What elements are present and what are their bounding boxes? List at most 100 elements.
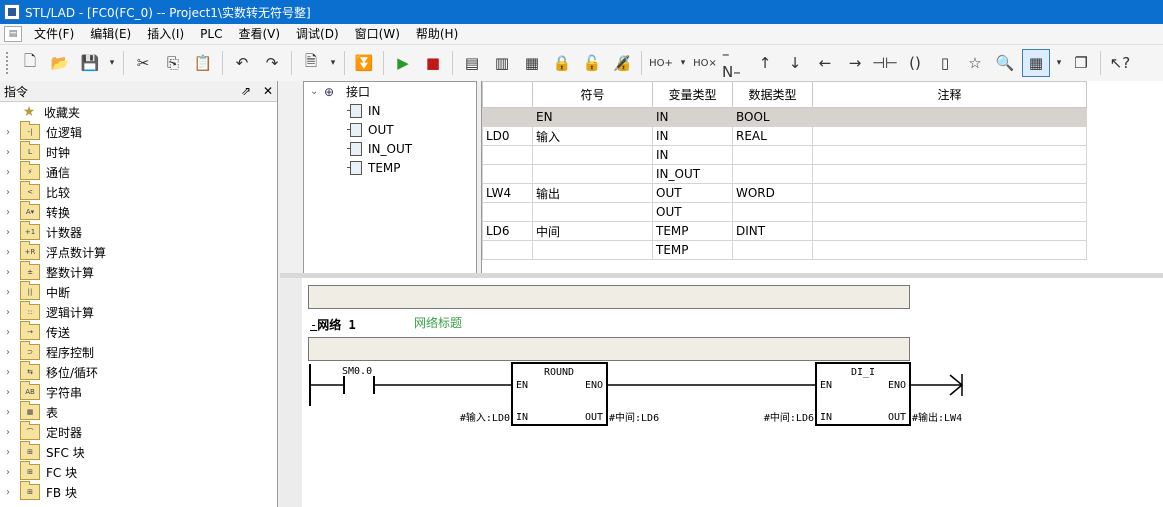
cell-symbol[interactable] xyxy=(532,145,653,165)
line-left-icon[interactable]: ← xyxy=(812,50,838,76)
chevron-right-icon[interactable]: › xyxy=(6,227,20,238)
pin-icon[interactable]: ⇗ xyxy=(241,84,251,98)
interface-item-temp[interactable]: TEMP xyxy=(304,158,476,177)
line-down-icon[interactable]: ↓ xyxy=(782,50,808,76)
chevron-right-icon[interactable]: › xyxy=(6,367,20,378)
menu-debug[interactable]: 调试(D) xyxy=(288,24,347,44)
tree-item[interactable]: › L 时钟 xyxy=(0,141,277,162)
interface-item-in[interactable]: IN xyxy=(304,101,476,120)
chevron-right-icon[interactable]: › xyxy=(6,487,20,498)
undo-icon[interactable]: ↶ xyxy=(229,50,255,76)
cell-comment[interactable] xyxy=(812,240,1087,260)
lock-icon[interactable]: 🔒 xyxy=(549,50,575,76)
cell-address[interactable] xyxy=(482,240,533,260)
view-dropdown-icon[interactable]: ▾ xyxy=(1054,50,1064,76)
menu-window[interactable]: 窗口(W) xyxy=(347,24,408,44)
box-icon[interactable]: ▯ xyxy=(932,50,958,76)
chevron-right-icon[interactable]: › xyxy=(6,307,20,318)
tree-item[interactable]: › ± 整数计算 xyxy=(0,261,277,282)
chevron-right-icon[interactable]: › xyxy=(6,287,20,298)
chevron-right-icon[interactable]: › xyxy=(6,387,20,398)
table-row[interactable]: LW4 输出 OUT WORD xyxy=(482,183,1087,203)
save-dropdown-icon[interactable]: ▾ xyxy=(107,50,117,76)
cell-symbol[interactable]: EN xyxy=(532,107,653,127)
table-row[interactable]: LD6 中间 TEMP DINT xyxy=(482,221,1087,241)
help-icon[interactable]: ↖? xyxy=(1107,50,1133,76)
table-row[interactable]: TEMP xyxy=(482,240,1087,260)
tree-item[interactable]: › → 传送 xyxy=(0,321,277,342)
cell-data-type[interactable] xyxy=(732,202,813,222)
network-comment-box[interactable] xyxy=(308,337,910,361)
line-right-icon[interactable]: → xyxy=(842,50,868,76)
cell-address[interactable]: LW4 xyxy=(482,183,533,203)
round-out-parameter[interactable]: #中间:LD6 xyxy=(609,411,659,424)
tree-item[interactable]: › ⌒ 定时器 xyxy=(0,421,277,442)
table-row[interactable]: OUT xyxy=(482,202,1087,222)
toolbar-grip[interactable] xyxy=(6,52,11,74)
download-icon[interactable]: ⏬ xyxy=(351,50,377,76)
tree-item[interactable]: › -| 位逻辑 xyxy=(0,121,277,142)
menu-file[interactable]: 文件(F) xyxy=(26,24,82,44)
tree-item[interactable]: › +R 浮点数计算 xyxy=(0,241,277,262)
round-in-parameter[interactable]: #输入:LD0 xyxy=(460,411,510,424)
tree-item[interactable]: ›:: 逻辑计算 xyxy=(0,301,277,322)
cell-var-type[interactable]: TEMP xyxy=(652,221,733,241)
paste-icon[interactable]: 📋 xyxy=(190,50,216,76)
tree-item[interactable]: › ⊞ FC 块 xyxy=(0,461,277,482)
table-row[interactable]: LD0 输入 IN REAL xyxy=(482,126,1087,146)
insert-network-icon[interactable]: HO+ xyxy=(648,50,674,76)
menu-view[interactable]: 查看(V) xyxy=(230,24,288,44)
table-row[interactable]: IN xyxy=(482,145,1087,165)
chevron-right-icon[interactable]: › xyxy=(6,407,20,418)
tree-item[interactable]: › AB 字符串 xyxy=(0,381,277,402)
new-file-icon[interactable]: 🗋 xyxy=(17,50,43,76)
cell-comment[interactable] xyxy=(812,221,1087,241)
tree-item[interactable]: › +1 计数器 xyxy=(0,221,277,242)
chevron-right-icon[interactable]: › xyxy=(6,447,20,458)
cell-address[interactable] xyxy=(482,202,533,222)
cell-symbol[interactable] xyxy=(532,202,653,222)
page-icon[interactable]: 🗎 xyxy=(298,50,324,76)
close-icon[interactable]: ✕ xyxy=(263,84,273,98)
menu-plc[interactable]: PLC xyxy=(192,24,230,44)
table-row[interactable]: IN_OUT xyxy=(482,164,1087,184)
cell-symbol[interactable] xyxy=(532,240,653,260)
di-i-in-parameter[interactable]: #中间:LD6 xyxy=(764,411,814,424)
tree-item[interactable]: › ⊞ FB 块 xyxy=(0,481,277,502)
cell-data-type[interactable]: DINT xyxy=(732,221,813,241)
menu-edit[interactable]: 编辑(E) xyxy=(82,24,139,44)
cell-var-type[interactable]: IN xyxy=(652,107,733,127)
tree-item[interactable]: › ⊃ 程序控制 xyxy=(0,341,277,362)
cut-icon[interactable]: ✂ xyxy=(130,50,156,76)
program-comment-box[interactable] xyxy=(308,285,910,309)
bookmark-star-icon[interactable]: ☆ xyxy=(962,50,988,76)
delete-network-icon[interactable]: HO× xyxy=(692,50,718,76)
column-header-symbol[interactable]: 符号 xyxy=(532,81,653,108)
cell-symbol[interactable]: 中间 xyxy=(532,221,653,241)
cell-comment[interactable] xyxy=(812,164,1087,184)
cell-var-type[interactable]: OUT xyxy=(652,202,733,222)
insert-dropdown-icon[interactable]: ▾ xyxy=(678,50,688,76)
not-contact-icon[interactable]: –N– xyxy=(722,45,748,81)
chevron-down-icon[interactable]: ⌄ xyxy=(310,86,324,97)
cell-data-type[interactable]: REAL xyxy=(732,126,813,146)
cell-symbol[interactable]: 输入 xyxy=(532,126,653,146)
redo-icon[interactable]: ↷ xyxy=(259,50,285,76)
cell-data-type[interactable]: WORD xyxy=(732,183,813,203)
cell-comment[interactable] xyxy=(812,107,1087,127)
menu-insert[interactable]: 插入(I) xyxy=(139,24,192,44)
cell-data-type[interactable] xyxy=(732,240,813,260)
cell-var-type[interactable]: IN xyxy=(652,126,733,146)
coil-icon[interactable]: () xyxy=(902,50,928,76)
tree-item-favorites[interactable]: ★ 收藏夹 xyxy=(0,102,277,122)
interface-item-out[interactable]: OUT xyxy=(304,120,476,139)
page-dropdown-icon[interactable]: ▾ xyxy=(328,50,338,76)
tree-item[interactable]: › < 比较 xyxy=(0,181,277,202)
mdi-document-icon[interactable]: ▤ xyxy=(4,26,22,42)
cell-address[interactable]: LD6 xyxy=(482,221,533,241)
tree-item[interactable]: › ⚡ 通信 xyxy=(0,161,277,182)
tree-item[interactable]: › A▾ 转换 xyxy=(0,201,277,222)
cell-comment[interactable] xyxy=(812,202,1087,222)
chevron-right-icon[interactable]: › xyxy=(6,327,20,338)
compile-error-icon[interactable]: ▦ xyxy=(519,50,545,76)
